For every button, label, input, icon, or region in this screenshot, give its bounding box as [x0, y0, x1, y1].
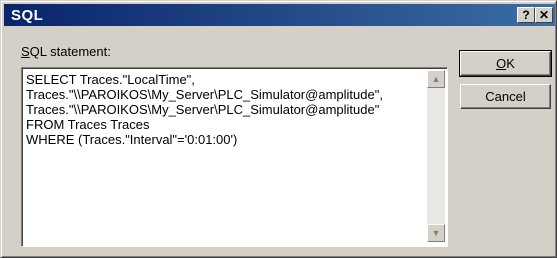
ok-label: K	[506, 56, 515, 71]
vertical-scrollbar[interactable]: ▲ ▼	[427, 70, 445, 242]
ok-mnemonic: O	[496, 56, 507, 71]
label-text: QL statement:	[29, 44, 111, 59]
sql-dialog: SQL ? ✕ SQL statement: SELECT Traces."Lo…	[0, 0, 557, 258]
title-bar: SQL ? ✕	[4, 4, 555, 26]
scroll-up-icon[interactable]: ▲	[427, 70, 445, 88]
sql-statement-label: SQL statement:	[21, 44, 111, 59]
sql-statement-textarea[interactable]: SELECT Traces."LocalTime", Traces."\\PAR…	[21, 67, 448, 247]
sql-statement-text: SELECT Traces."LocalTime", Traces."\\PAR…	[26, 72, 383, 147]
window-title: SQL	[11, 7, 44, 24]
label-mnemonic: S	[21, 44, 30, 59]
ok-button[interactable]: OK	[459, 50, 552, 77]
help-button[interactable]: ?	[517, 7, 535, 23]
close-button[interactable]: ✕	[535, 7, 553, 23]
cancel-button[interactable]: Cancel	[460, 84, 551, 109]
scroll-down-icon[interactable]: ▼	[427, 224, 445, 242]
